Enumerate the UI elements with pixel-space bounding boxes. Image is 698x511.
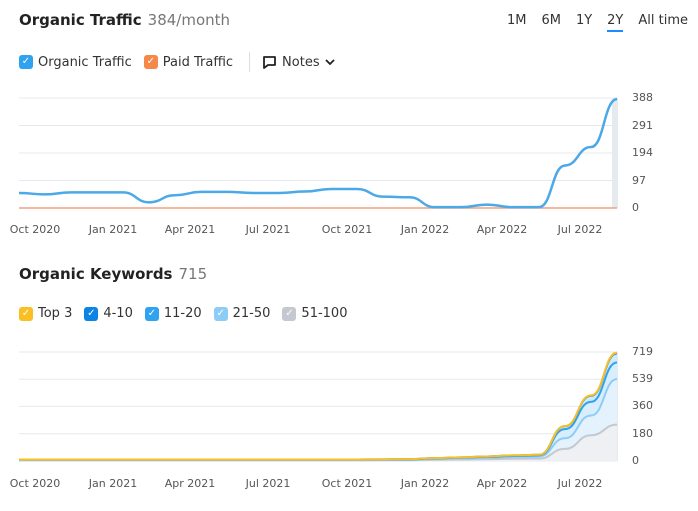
y-tick-label: 719 <box>632 345 653 358</box>
x-tick-label: Apr 2021 <box>164 477 216 490</box>
x-tick-label: Jul 2021 <box>245 477 291 490</box>
x-tick-label: Apr 2021 <box>164 223 216 236</box>
x-tick-label: Oct 2020 <box>9 477 61 490</box>
keywords-chart <box>19 351 618 462</box>
y-tick-label: 388 <box>632 91 653 104</box>
y-tick-label: 0 <box>632 201 639 214</box>
series-area-11-20 <box>19 362 617 460</box>
x-tick-label: Jul 2021 <box>245 223 291 236</box>
y-tick-label: 291 <box>632 118 653 132</box>
x-tick-label: Jan 2022 <box>400 477 450 490</box>
y-tick-label: 180 <box>632 426 653 440</box>
x-tick-label: Jul 2022 <box>557 223 603 236</box>
x-tick-label: Jan 2021 <box>88 223 138 236</box>
y-tick-label: 539 <box>632 372 653 386</box>
x-tick-label: Oct 2021 <box>321 223 373 236</box>
y-tick-label: 194 <box>632 146 653 159</box>
series-line-11-20 <box>19 361 618 461</box>
x-tick-label: Jan 2021 <box>88 477 138 490</box>
x-tick-label: Oct 2021 <box>321 477 373 490</box>
series-area-21-50 <box>19 379 617 461</box>
y-tick-label: 360 <box>632 399 653 413</box>
x-tick-label: Apr 2022 <box>476 477 528 490</box>
x-tick-label: Oct 2020 <box>9 223 61 236</box>
y-tick-label: 0 <box>632 454 639 467</box>
x-tick-label: Jul 2022 <box>557 477 603 490</box>
x-tick-label: Apr 2022 <box>476 223 528 236</box>
x-tick-label: Jan 2022 <box>400 223 450 236</box>
y-tick-label: 97 <box>632 173 646 187</box>
series-line-21-50 <box>19 378 618 461</box>
